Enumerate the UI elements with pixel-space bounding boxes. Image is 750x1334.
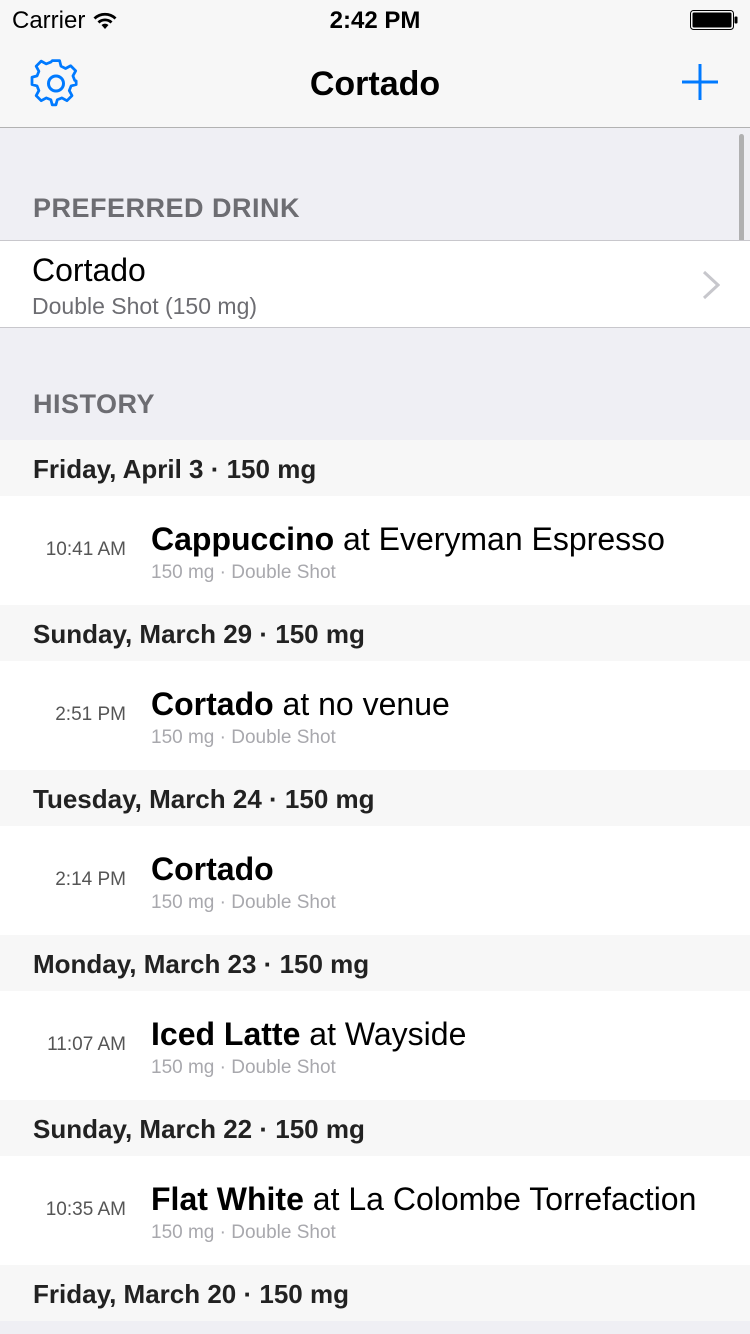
day-group: Friday, April 3 · 150 mg 10:41 AM Cappuc… [0, 440, 750, 605]
day-header-label: Tuesday, March 24 · 150 mg [33, 784, 375, 814]
entry-time: 11:07 AM [47, 1034, 126, 1055]
entry-title: Cortado at no venue [151, 686, 450, 723]
status-bar: Carrier 2:42 PM [0, 0, 750, 40]
entry-drink: Cappuccino [151, 521, 335, 557]
preferred-drink-detail: Double Shot (150 mg) [32, 293, 258, 319]
day-header-label: Friday, April 3 · 150 mg [33, 454, 317, 484]
day-header: Monday, March 23 · 150 mg [0, 935, 750, 991]
day-group: Sunday, March 22 · 150 mg 10:35 AM Flat … [0, 1100, 750, 1265]
day-header: Sunday, March 22 · 150 mg [0, 1100, 750, 1156]
entry-drink: Cortado [151, 686, 274, 722]
entry-drink: Flat White [151, 1181, 304, 1217]
day-header: Friday, April 3 · 150 mg [0, 440, 750, 496]
status-time: 2:42 PM [329, 7, 421, 34]
battery-icon [690, 10, 738, 30]
entry-title: Iced Latte at Wayside [151, 1016, 466, 1053]
entry-title: Cappuccino at Everyman Espresso [151, 521, 665, 558]
preferred-drink-name: Cortado [32, 252, 146, 288]
history-section-title: HISTORY [33, 389, 156, 419]
entry-venue: at Everyman Espresso [334, 521, 665, 557]
preferred-drink-section-title: PREFERRED DRINK [33, 193, 301, 223]
entry-time: 10:35 AM [45, 1199, 126, 1220]
history-entry[interactable]: 10:35 AM Flat White at La Colombe Torref… [0, 1156, 750, 1265]
history-table[interactable]: PREFERRED DRINK Cortado Double Shot (150… [0, 129, 750, 1334]
entry-time: 2:14 PM [55, 869, 126, 890]
nav-title: Cortado [309, 65, 441, 103]
history-entry[interactable]: 11:07 AM Iced Latte at Wayside 150 mg · … [0, 991, 750, 1100]
day-header: Sunday, March 29 · 150 mg [0, 605, 750, 661]
day-group: Friday, March 20 · 150 mg [0, 1265, 750, 1321]
day-header-label: Monday, March 23 · 150 mg [33, 949, 370, 979]
history-section-header: HISTORY [0, 328, 750, 440]
entry-detail: 150 mg · Double Shot [151, 1057, 336, 1078]
entry-detail: 150 mg · Double Shot [151, 892, 336, 913]
day-group: Sunday, March 29 · 150 mg 2:51 PM Cortad… [0, 605, 750, 770]
chevron-right-icon [702, 270, 720, 300]
history-entry[interactable]: 2:51 PM Cortado at no venue 150 mg · Dou… [0, 661, 750, 770]
day-group: Monday, March 23 · 150 mg 11:07 AM Iced … [0, 935, 750, 1100]
preferred-drink-cell[interactable]: Cortado Double Shot (150 mg) [0, 240, 750, 328]
entry-venue: at no venue [273, 686, 450, 722]
preferred-drink-section-header: PREFERRED DRINK [0, 129, 750, 240]
entry-detail: 150 mg · Double Shot [151, 1222, 336, 1243]
day-header: Friday, March 20 · 150 mg [0, 1265, 750, 1321]
day-header-label: Sunday, March 22 · 150 mg [33, 1114, 365, 1144]
navigation-bar: Cortado [0, 40, 750, 128]
day-header-label: Friday, March 20 · 150 mg [33, 1279, 349, 1309]
entry-detail: 150 mg · Double Shot [151, 727, 336, 748]
entry-venue: at Wayside [300, 1016, 467, 1052]
entry-venue: at La Colombe Torrefaction [303, 1181, 697, 1217]
entry-title: Cortado [151, 851, 274, 888]
history-entry[interactable]: 10:41 AM Cappuccino at Everyman Espresso… [0, 496, 750, 605]
day-header: Tuesday, March 24 · 150 mg [0, 770, 750, 826]
day-group: Tuesday, March 24 · 150 mg 2:14 PM Corta… [0, 770, 750, 935]
entry-drink: Iced Latte [151, 1016, 301, 1052]
plus-icon[interactable] [680, 62, 720, 102]
day-header-label: Sunday, March 29 · 150 mg [33, 619, 365, 649]
entry-time: 2:51 PM [55, 704, 126, 725]
entry-drink: Cortado [151, 851, 274, 887]
entry-detail: 150 mg · Double Shot [151, 562, 336, 583]
entry-title: Flat White at La Colombe Torrefaction [151, 1181, 696, 1218]
entry-time: 10:41 AM [45, 539, 126, 560]
history-entry[interactable]: 2:14 PM Cortado 150 mg · Double Shot [0, 826, 750, 935]
